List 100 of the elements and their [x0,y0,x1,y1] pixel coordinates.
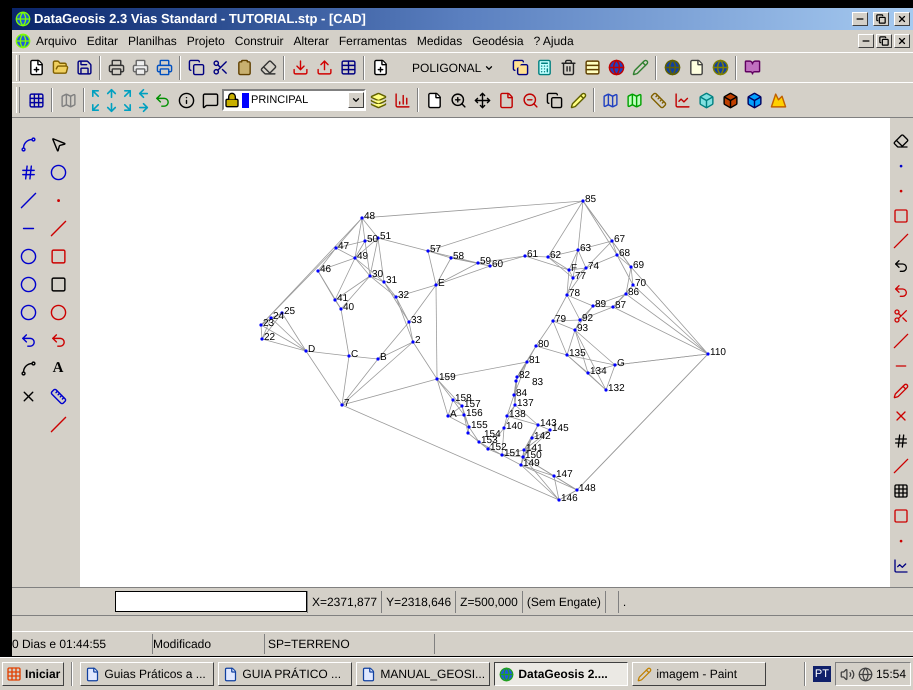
point-label: 74 [588,263,600,270]
layer-select[interactable]: PRINCIPAL [222,89,366,111]
point-label: 48 [364,213,376,220]
point-label: 140 [506,423,523,430]
globe-icon [499,666,514,682]
point-label: 7 [344,400,350,407]
command-input[interactable] [115,591,307,612]
point-label: 83 [532,379,544,386]
status-text: Modificado [153,634,265,654]
point-label: 110 [710,349,726,356]
menu-item[interactable]: Planilhas [123,32,182,50]
point-label: 57 [430,246,442,253]
point-label: 33 [411,317,422,324]
point-label: 156 [466,410,483,417]
point-label: 135 [569,350,586,357]
point-label: 159 [439,374,456,381]
point-label: 68 [619,250,630,257]
point-label: 60 [492,261,504,268]
menu-item[interactable]: ? Ajuda [528,32,579,50]
document-icon [85,666,100,682]
mode-dropdown[interactable]: POLIGONAL [412,58,494,76]
status-text: SP=TERRENO [265,634,435,654]
point-label: F [571,265,578,272]
point-label: 93 [577,325,588,332]
close-icon[interactable] [894,12,910,26]
taskbar-button[interactable]: imagem - Paint [632,662,766,686]
globe-icon [15,33,31,49]
point-label: B [380,354,387,361]
point-label: 51 [380,233,392,240]
menu-item[interactable]: Ferramentas [334,32,412,50]
point-label: 151 [504,450,521,457]
point-label: 157 [464,401,481,408]
point-label: 141 [526,445,543,452]
menu-item[interactable]: Projeto [182,32,230,50]
point-label: 87 [615,302,626,309]
point-label: 49 [357,253,368,260]
point-label: A [450,411,457,418]
point-label: 24 [273,313,284,320]
menu-item[interactable]: Arquivo [31,32,82,50]
status-panel [604,590,619,612]
taskbar-button[interactable]: DataGeosis 2.... [494,662,628,686]
taskbar-button[interactable]: MANUAL_GEOSI... [356,662,490,686]
point-label: 137 [517,400,534,407]
point-label: 155 [471,422,488,429]
point-label: 82 [519,372,530,379]
menu-item[interactable]: Geodésia [467,32,529,50]
point-label: 46 [320,266,332,273]
document-icon [223,666,238,682]
minimize-icon[interactable] [852,12,868,26]
point-label: 134 [590,368,607,375]
point-label: 47 [338,243,350,250]
point-label: 32 [398,292,410,299]
point-label: 153 [481,437,498,444]
menu-item[interactable]: Construir [230,32,288,50]
point-label: E [438,280,445,287]
layer-name: PRINCIPAL [251,92,310,108]
globe-icon [15,11,31,27]
menu-item[interactable]: Editar [82,32,124,50]
layer-color-icon [242,92,249,108]
point-label: 77 [575,273,586,280]
restore-icon[interactable] [873,12,889,26]
status-text: 0 Dias e 01:44:55 [12,634,153,654]
point-label: 30 [372,271,384,278]
point-label: 86 [628,289,640,296]
point-label: 142 [534,433,551,440]
status-text: . [622,594,628,610]
point-label: 78 [569,290,580,297]
point-label: 84 [516,390,528,397]
taskbar-button[interactable]: GUIA PRÁTICO ... [218,662,352,686]
point-label: 41 [337,295,348,302]
point-label: 149 [523,460,540,467]
menu-item[interactable]: Alterar [288,32,334,50]
point-label: 62 [550,252,562,259]
point-label: 58 [453,253,464,260]
menu-item[interactable]: Medidas [412,32,468,50]
taskbar-button[interactable]: Guias Práticos a ... [80,662,214,686]
point-label: 79 [555,316,566,323]
restore-icon[interactable] [876,34,892,48]
point-label: 154 [484,431,501,438]
point-label: 132 [608,385,625,392]
window-title: DataGeosis 2.3 Vias Standard - TUTORIAL.stp - [CAD] [34,10,366,28]
point-label: 2 [415,337,421,344]
point-label: G [617,360,625,367]
text-tool[interactable]: A [46,356,70,380]
point-label: 143 [540,420,557,427]
point-label: 31 [386,277,398,284]
point-label: 50 [367,236,378,243]
start-button[interactable]: Iniciar [2,662,64,686]
point-label: 81 [529,357,540,364]
language-indicator: PT [812,666,831,682]
point-label: 61 [527,251,538,258]
close-icon[interactable] [894,34,910,48]
speaker-icon[interactable] [840,666,855,682]
point-label: 40 [343,304,354,311]
point-label: 138 [509,411,526,418]
minimize-icon[interactable] [858,34,874,48]
point-label: D [308,346,316,353]
point-label: 152 [490,444,507,451]
point-label: 85 [585,196,596,203]
point-label: 147 [556,471,573,478]
